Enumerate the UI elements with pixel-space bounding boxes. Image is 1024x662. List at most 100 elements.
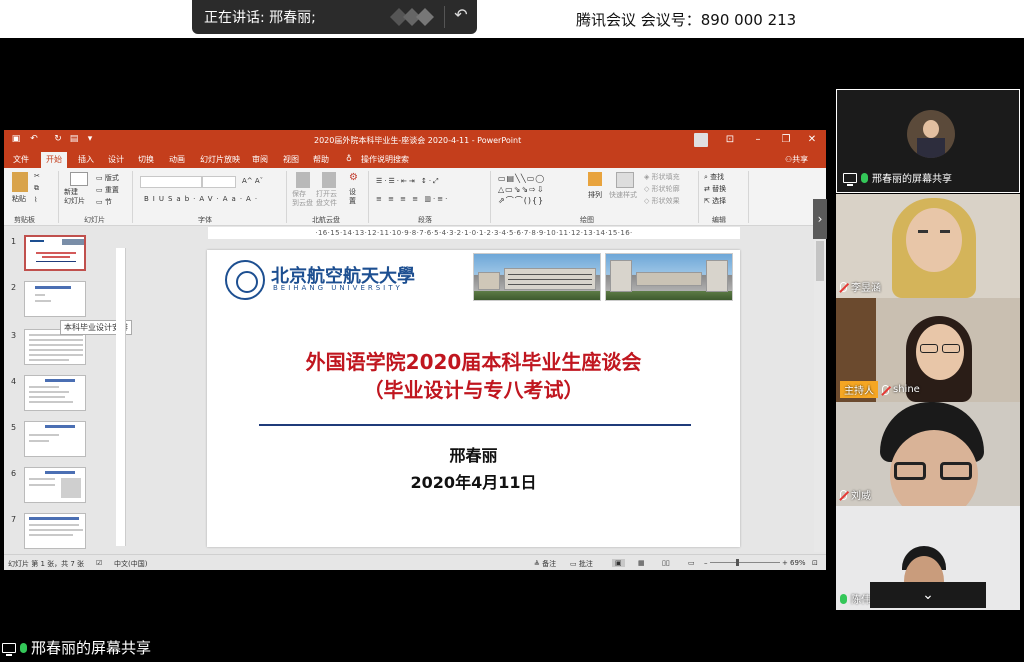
- zoom-level[interactable]: 69%: [790, 559, 806, 567]
- font-grow-icon[interactable]: A^ Aˇ: [242, 177, 263, 185]
- gear-icon[interactable]: ⚙: [349, 172, 358, 183]
- slide-thumbnail-2[interactable]: [24, 281, 86, 317]
- participant-name: 刘威: [851, 491, 871, 502]
- bottom-share-label: 邢春丽的屏幕共享: [31, 639, 152, 657]
- new-slide-button[interactable]: 新建 幻灯片: [64, 188, 85, 206]
- customize-icon[interactable]: ▾: [84, 133, 96, 146]
- user-avatar[interactable]: [694, 133, 708, 147]
- slideshow-view-icon[interactable]: ▭: [688, 559, 695, 567]
- undo-arrow-icon[interactable]: ↶: [452, 6, 470, 24]
- slide-thumbnail-1[interactable]: [24, 235, 86, 271]
- participant-tile-share[interactable]: 邢春丽的屏幕共享: [836, 89, 1020, 193]
- format-painter-icon[interactable]: ⌇: [34, 196, 37, 204]
- slide-author: 邢春丽: [449, 446, 498, 465]
- campus-photo-1: [473, 253, 601, 301]
- tab-slideshow[interactable]: 幻灯片放映: [200, 154, 240, 165]
- reading-view-icon[interactable]: ▯▯: [662, 559, 670, 567]
- participant-tile-2[interactable]: 李昱涵: [836, 194, 1020, 298]
- scrollbar-thumb[interactable]: [816, 241, 824, 281]
- tab-animations[interactable]: 动画: [169, 154, 185, 165]
- cloud-open-button[interactable]: 打开云 盘文件: [316, 190, 337, 208]
- cloud-group-label: 北航云盘: [312, 216, 340, 224]
- slide-thumbnail-4[interactable]: [24, 375, 86, 411]
- quick-styles-button[interactable]: 快速样式: [609, 190, 637, 200]
- arrange-button[interactable]: 排列: [588, 190, 602, 200]
- cloud-save-button[interactable]: 保存 到云盘: [292, 190, 313, 208]
- shapes-gallery[interactable]: ▭▤╲╲▭◯ △▭⇘⇘⇨⇩ ⇗⌒⌒(){}: [498, 173, 545, 206]
- zoom-slider-thumb[interactable]: [736, 559, 739, 566]
- slideshow-icon[interactable]: ▤: [68, 133, 80, 146]
- layout-button[interactable]: ▭ 版式: [96, 173, 119, 183]
- tab-home[interactable]: 开始: [41, 152, 67, 169]
- redo-icon[interactable]: ↻: [52, 133, 64, 146]
- tab-insert[interactable]: 插入: [78, 154, 94, 165]
- language-indicator[interactable]: 中文(中国): [114, 559, 147, 569]
- slide-thumbnail-7[interactable]: [24, 513, 86, 549]
- participant-tile-3[interactable]: 主持人 shine: [836, 298, 1020, 402]
- slide-scrollbar[interactable]: [814, 227, 826, 552]
- slide-canvas[interactable]: 北京航空航天大學 BEIHANG UNIVERSITY 外国语学院2020届本科…: [207, 250, 740, 547]
- find-button[interactable]: ⌕ 查找: [704, 172, 724, 182]
- paste-icon[interactable]: [12, 172, 28, 192]
- normal-view-icon[interactable]: ▣: [612, 559, 625, 567]
- shape-effects-button[interactable]: ◇ 形状效果: [644, 196, 680, 206]
- select-button[interactable]: ⇱ 选择: [704, 196, 726, 206]
- participant-name: 李昱涵: [851, 283, 881, 294]
- participant-label: 刘威: [840, 487, 871, 502]
- font-size-box[interactable]: [202, 176, 236, 188]
- arrange-icon[interactable]: [588, 172, 602, 186]
- participant-tile-4[interactable]: 刘威: [836, 402, 1020, 506]
- cut-icon[interactable]: ✂: [34, 172, 40, 180]
- thumb-number: 1: [11, 237, 17, 246]
- tab-view[interactable]: 视图: [283, 154, 299, 165]
- font-format-icons[interactable]: BIUSab·AV·Aa·A·: [144, 195, 261, 203]
- zoom-slider[interactable]: [710, 562, 780, 563]
- save-icon[interactable]: ▣: [10, 133, 22, 146]
- font-name-box[interactable]: [140, 176, 202, 188]
- ribbon-display-icon[interactable]: ⊡: [718, 130, 742, 150]
- cloud-open-icon[interactable]: [322, 172, 336, 188]
- mic-muted-icon: [882, 384, 889, 395]
- tab-transitions[interactable]: 切换: [138, 154, 154, 165]
- tab-file[interactable]: 文件: [13, 154, 29, 165]
- reset-button[interactable]: ▭ 重置: [96, 185, 119, 195]
- zoom-in-icon[interactable]: +: [782, 559, 788, 567]
- slide-thumbnail-5[interactable]: [24, 421, 86, 457]
- share-button[interactable]: ⚇共享: [785, 154, 808, 165]
- minimize-icon[interactable]: –: [746, 130, 770, 150]
- chevron-down-icon[interactable]: ⌄: [870, 582, 986, 608]
- shape-fill-button[interactable]: ◈ 形状填充: [644, 172, 680, 182]
- comments-button[interactable]: ▭ 批注: [570, 559, 593, 569]
- align-icons[interactable]: ≡ ≡ ≡ ≡ ▥·≡·: [376, 195, 449, 203]
- expand-panel-chevron-icon[interactable]: ›: [813, 199, 827, 239]
- participant-name: 邢春丽的屏幕共享: [872, 174, 952, 185]
- replace-button[interactable]: ⇄ 替换: [704, 184, 726, 194]
- quick-styles-icon[interactable]: [616, 172, 634, 188]
- tab-design[interactable]: 设计: [108, 154, 124, 165]
- restore-icon[interactable]: ❐: [774, 130, 798, 150]
- section-button[interactable]: ▭ 节: [96, 197, 112, 207]
- copy-icon[interactable]: ⧉: [34, 184, 39, 193]
- shape-outline-button[interactable]: ◇ 形状轮廓: [644, 184, 680, 194]
- slide-title-line2: （毕业设计与专八考试）: [363, 378, 584, 402]
- slide-thumbnail-6[interactable]: [24, 467, 86, 503]
- layout-label: 版式: [104, 174, 119, 182]
- list-icons[interactable]: ☰·☰·⇤⇥ ↕·⤢: [376, 177, 441, 186]
- participant-label: 主持人 shine: [840, 381, 920, 398]
- tell-me-search[interactable]: 操作说明搜索: [361, 154, 409, 165]
- fit-slide-icon[interactable]: ⊡: [812, 559, 818, 567]
- new-slide-icon[interactable]: [70, 172, 88, 186]
- paste-button[interactable]: 粘贴: [12, 194, 26, 204]
- zoom-out-icon[interactable]: –: [704, 559, 708, 567]
- notes-button[interactable]: ≜ 备注: [534, 559, 556, 569]
- cloud-save-icon[interactable]: [296, 172, 310, 188]
- replace-label: 替换: [712, 185, 727, 193]
- settings-button[interactable]: 设 置: [349, 188, 356, 206]
- thumb-number: 7: [11, 515, 17, 524]
- tab-help[interactable]: 帮助: [313, 154, 329, 165]
- tab-review[interactable]: 审阅: [252, 154, 268, 165]
- slide-sorter-icon[interactable]: ▦: [638, 559, 645, 567]
- undo-icon[interactable]: ↶: [28, 133, 40, 146]
- spellcheck-icon[interactable]: ☑: [96, 559, 102, 567]
- close-icon[interactable]: ✕: [800, 130, 824, 150]
